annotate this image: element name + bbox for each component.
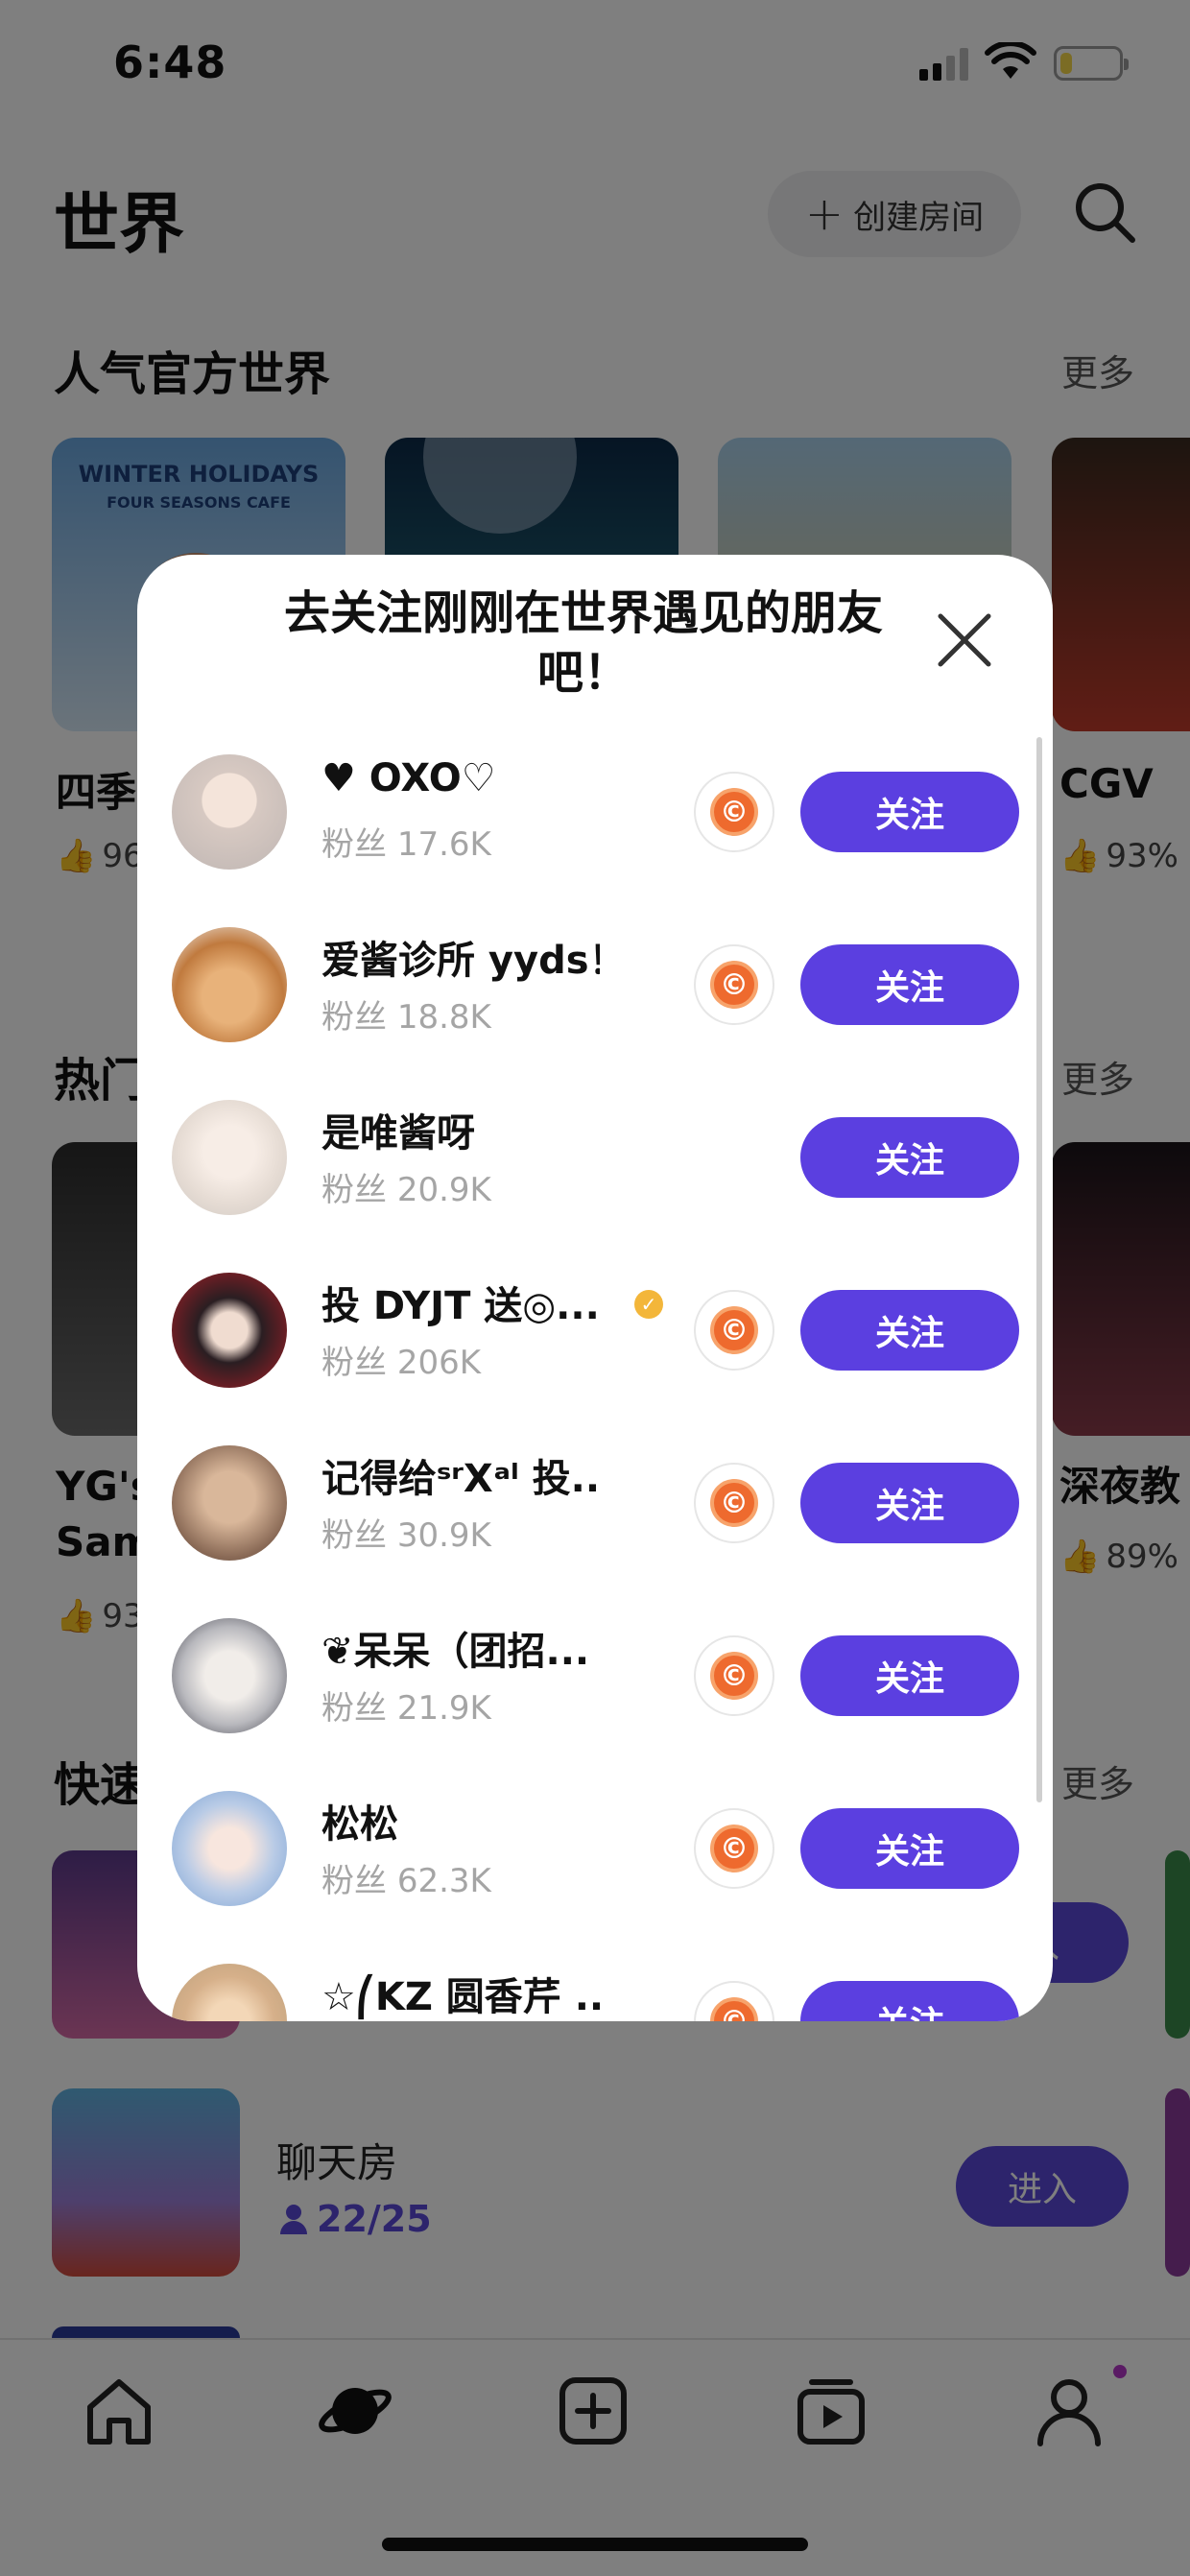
avatar[interactable] xyxy=(172,1791,287,1906)
coin-icon[interactable]: © xyxy=(694,1981,774,2021)
follow-button[interactable]: 关注 xyxy=(800,944,1019,1025)
fans-count: 粉丝 62.3K xyxy=(321,1862,491,1900)
user-row[interactable]: ❦呆呆（团招... 粉丝 21.9K © 关注 xyxy=(137,1618,1053,1791)
user-name: 爱酱诊所 yyds！ xyxy=(321,939,600,983)
coin-icon[interactable]: © xyxy=(694,772,774,852)
follow-button[interactable]: 关注 xyxy=(800,1463,1019,1543)
user-name: 松松 xyxy=(321,1802,398,1847)
user-row[interactable]: ♥ OXO♡ 粉丝 17.6K © 关注 xyxy=(137,754,1053,927)
follow-button[interactable]: 关注 xyxy=(800,1808,1019,1889)
user-name: ♥ OXO♡ xyxy=(321,756,496,800)
avatar[interactable] xyxy=(172,1100,287,1215)
fans-count: 粉丝 20.9K xyxy=(321,1171,491,1209)
follow-button[interactable]: 关注 xyxy=(800,772,1019,852)
follow-button[interactable]: 关注 xyxy=(800,1635,1019,1716)
user-row[interactable]: ☆⎛KZ 圆香芹 ...粉丝 ©关注 xyxy=(137,1964,1053,2021)
avatar[interactable] xyxy=(172,1618,287,1733)
follow-button[interactable]: 关注 xyxy=(800,1290,1019,1371)
close-icon[interactable] xyxy=(937,612,992,668)
user-name: ☆⎛KZ 圆香芹 ... xyxy=(321,1975,600,2019)
user-name: 记得给ˢʳXᵃˡ 投... xyxy=(321,1457,600,1501)
verified-badge-icon: ✓ xyxy=(634,1290,663,1319)
user-row[interactable]: 松松粉丝 62.3K © 关注 xyxy=(137,1791,1053,1964)
user-name: 是唯酱呀 xyxy=(321,1111,475,1156)
avatar[interactable] xyxy=(172,1445,287,1561)
avatar[interactable] xyxy=(172,1273,287,1388)
avatar[interactable] xyxy=(172,1964,287,2021)
follow-button[interactable]: 关注 xyxy=(800,1981,1019,2021)
fans-count: 粉丝 206K xyxy=(321,1344,482,1382)
user-row[interactable]: 爱酱诊所 yyds！ 粉丝 18.8K © 关注 xyxy=(137,927,1053,1100)
coin-icon[interactable]: © xyxy=(694,1463,774,1543)
user-row[interactable]: 是唯酱呀粉丝 20.9K 关注 xyxy=(137,1100,1053,1273)
fans-count: 粉丝 30.9K xyxy=(321,1516,491,1555)
coin-icon[interactable]: © xyxy=(694,1808,774,1889)
coin-icon[interactable]: © xyxy=(694,1635,774,1716)
fans-count: 粉丝 21.9K xyxy=(321,1689,491,1728)
fans-count: 粉丝 17.6K xyxy=(321,825,491,864)
coin-icon[interactable]: © xyxy=(694,1290,774,1371)
follow-friends-modal: 去关注刚刚在世界遇见的朋友吧！ ♥ OXO♡ 粉丝 17.6K © 关注 爱酱诊所 yy… xyxy=(137,555,1053,2021)
user-name: 投 DYJT 送◎... xyxy=(321,1284,600,1328)
coin-icon[interactable]: © xyxy=(694,944,774,1025)
user-name: ❦呆呆（团招... xyxy=(321,1630,590,1674)
user-row[interactable]: 记得给ˢʳXᵃˡ 投... 粉丝 30.9K © 关注 xyxy=(137,1445,1053,1618)
avatar[interactable] xyxy=(172,927,287,1042)
fans-count: 粉丝 18.8K xyxy=(321,998,491,1037)
avatar[interactable] xyxy=(172,754,287,870)
follow-button[interactable]: 关注 xyxy=(800,1117,1019,1198)
modal-title: 去关注刚刚在世界遇见的朋友吧！ xyxy=(283,586,883,700)
user-row[interactable]: 投 DYJT 送◎... ✓ 粉丝 206K © 关注 xyxy=(137,1273,1053,1445)
